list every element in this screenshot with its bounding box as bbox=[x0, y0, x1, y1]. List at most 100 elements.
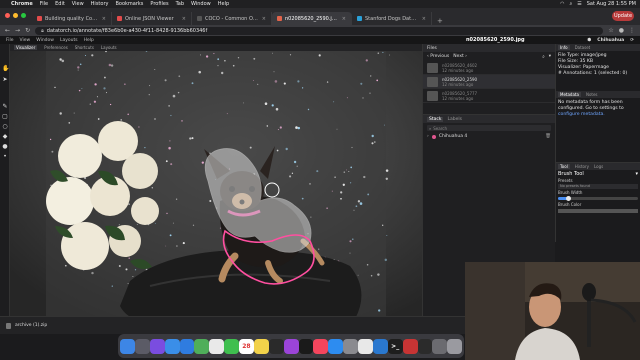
menu-help[interactable]: Help bbox=[218, 1, 229, 7]
configure-metadata-link[interactable]: configure metadata. bbox=[556, 112, 640, 118]
app-menu-file[interactable]: File bbox=[6, 38, 14, 43]
tab-notes[interactable]: Notes bbox=[586, 92, 598, 97]
podcasts-icon[interactable] bbox=[283, 338, 299, 354]
close-tab-icon[interactable]: × bbox=[262, 16, 266, 22]
maps-icon[interactable] bbox=[194, 338, 210, 354]
obs-icon[interactable] bbox=[417, 338, 433, 354]
minimize-window-icon[interactable] bbox=[13, 13, 18, 18]
menu-bookmarks[interactable]: Bookmarks bbox=[115, 1, 143, 7]
terminal-icon[interactable]: >_ bbox=[387, 338, 403, 354]
vscode-icon[interactable] bbox=[372, 338, 388, 354]
more-menu-icon[interactable]: ⋮ bbox=[629, 27, 635, 34]
sync-icon[interactable]: ⟳ bbox=[630, 38, 634, 43]
close-tab-icon[interactable]: × bbox=[342, 16, 346, 22]
menu-history[interactable]: History bbox=[91, 1, 109, 7]
download-item[interactable]: archive (1).zip bbox=[15, 323, 47, 328]
new-tab-button[interactable]: + bbox=[432, 17, 448, 25]
forward-icon[interactable]: → bbox=[15, 27, 20, 34]
circle-tool-icon[interactable]: ○ bbox=[2, 124, 8, 130]
brush-width-knob[interactable] bbox=[565, 196, 571, 201]
photos-icon[interactable] bbox=[209, 338, 225, 354]
file-list-item[interactable]: n02085620_2590 12 minutes ago bbox=[423, 75, 555, 89]
finder-icon[interactable] bbox=[120, 338, 135, 354]
chevron-right-icon[interactable]: › bbox=[427, 134, 429, 139]
app-menu-help[interactable]: Help bbox=[84, 38, 94, 43]
box-tool-icon[interactable]: ▢ bbox=[2, 114, 8, 120]
stack-annotation-row[interactable]: › Chihuahua 4 🗑︎ bbox=[423, 133, 555, 140]
browser-tab[interactable]: Stanford Dogs Dataset | Kagg...× bbox=[352, 12, 432, 25]
settings-icon[interactable] bbox=[343, 338, 358, 354]
bookmark-star-icon[interactable]: ☆ bbox=[608, 27, 613, 34]
select-tool-icon[interactable]: ➤ bbox=[2, 77, 8, 83]
brush-tool-icon[interactable]: ● bbox=[2, 144, 8, 150]
profile-avatar[interactable]: ● bbox=[619, 27, 624, 34]
annotation-canvas[interactable] bbox=[10, 51, 422, 334]
zoom-window-icon[interactable] bbox=[21, 13, 26, 18]
search-icon[interactable]: ⌕ bbox=[569, 1, 572, 7]
tab-layouts[interactable]: Layouts bbox=[101, 45, 117, 50]
chevron-down-icon[interactable]: ▾ bbox=[635, 171, 638, 177]
launchpad-icon[interactable] bbox=[134, 338, 150, 354]
browser-tab[interactable]: Online JSON Viewer × bbox=[112, 12, 192, 25]
tab-tool[interactable]: Tool bbox=[558, 164, 570, 169]
menu-file[interactable]: File bbox=[40, 1, 48, 7]
notes-icon[interactable] bbox=[253, 338, 269, 354]
app-store-icon[interactable] bbox=[328, 338, 344, 354]
tab-shortcuts[interactable]: Shortcuts bbox=[75, 45, 94, 50]
tab-stack[interactable]: Stack bbox=[427, 116, 444, 122]
search-icon[interactable]: ⌕ bbox=[542, 54, 545, 60]
browser-tab[interactable]: COCO - Common Objects in C...× bbox=[192, 12, 272, 25]
previous-button[interactable]: ‹ Previous bbox=[427, 54, 449, 59]
tab-visualizer[interactable]: Visualizer bbox=[14, 45, 38, 50]
pan-tool-icon[interactable]: ✋ bbox=[2, 66, 9, 72]
finder-window-icon[interactable] bbox=[268, 338, 284, 354]
music-icon[interactable] bbox=[313, 338, 329, 354]
menu-edit[interactable]: Edit bbox=[55, 1, 65, 7]
safari-icon[interactable] bbox=[179, 338, 195, 354]
menu-clock[interactable]: Sat Aug 28 1:55 PM bbox=[587, 1, 636, 7]
pen-tool-icon[interactable]: ✎ bbox=[2, 104, 8, 110]
browser-tab[interactable]: Building quality Computer Vi...× bbox=[32, 12, 112, 25]
presets-select[interactable]: No presets found bbox=[558, 184, 638, 189]
url-input[interactable]: 🔒︎ datatorch.io/annotate/f83e6b0e-a430-4… bbox=[35, 26, 604, 35]
menu-tab[interactable]: Tab bbox=[176, 1, 184, 7]
reload-icon[interactable]: ↻ bbox=[25, 27, 30, 34]
chrome-icon[interactable] bbox=[358, 338, 373, 354]
tab-dataset[interactable]: Dataset bbox=[575, 45, 591, 50]
menu-window[interactable]: Window bbox=[191, 1, 211, 7]
close-tab-icon[interactable]: × bbox=[422, 16, 426, 22]
stack-search-input[interactable]: ⌕ Search bbox=[427, 125, 551, 131]
close-window-icon[interactable] bbox=[5, 13, 10, 18]
menu-view[interactable]: View bbox=[72, 1, 84, 7]
file-list-item[interactable]: n02085620_4602 12 minutes ago bbox=[423, 61, 555, 75]
menu-profiles[interactable]: Profiles bbox=[150, 1, 168, 7]
tab-logs[interactable]: Logs bbox=[594, 164, 603, 169]
app-menu-window[interactable]: Window bbox=[36, 38, 54, 43]
tab-preferences[interactable]: Preferences bbox=[44, 45, 68, 50]
tab-metadata[interactable]: Metadata bbox=[558, 92, 581, 97]
mail-icon[interactable] bbox=[164, 338, 180, 354]
brush-color-swatch[interactable] bbox=[558, 209, 638, 213]
apple-tv-icon[interactable] bbox=[298, 338, 314, 354]
next-button[interactable]: Next › bbox=[453, 54, 467, 59]
tab-history[interactable]: History bbox=[575, 164, 589, 169]
filter-icon[interactable]: ▾ bbox=[549, 54, 551, 59]
preview-icon[interactable] bbox=[432, 338, 448, 354]
facetime-icon[interactable] bbox=[224, 338, 239, 354]
tab-labels[interactable]: Labels bbox=[447, 117, 461, 122]
eraser-tool-icon[interactable]: ◆ bbox=[2, 134, 8, 140]
tab-info[interactable]: Info bbox=[558, 45, 570, 50]
wifi-icon[interactable]: ◠ bbox=[560, 1, 564, 7]
delete-icon[interactable]: 🗑︎ bbox=[545, 134, 551, 139]
app-menu-layouts[interactable]: Layouts bbox=[60, 38, 78, 43]
brush-width-slider[interactable] bbox=[558, 196, 638, 201]
update-button[interactable]: Update bbox=[612, 11, 634, 21]
control-center-icon[interactable]: ☰ bbox=[577, 1, 581, 7]
app-menu-chrome[interactable]: Chrome bbox=[11, 1, 33, 7]
close-tab-icon[interactable]: × bbox=[182, 16, 186, 22]
trash-icon[interactable] bbox=[447, 338, 463, 354]
current-label[interactable]: Chihuahua bbox=[597, 38, 624, 43]
calendar-icon[interactable]: 28 bbox=[239, 338, 254, 354]
screen-recorder-icon[interactable] bbox=[402, 338, 418, 354]
file-list-item[interactable]: n02085620_5777 12 minutes ago bbox=[423, 89, 555, 103]
